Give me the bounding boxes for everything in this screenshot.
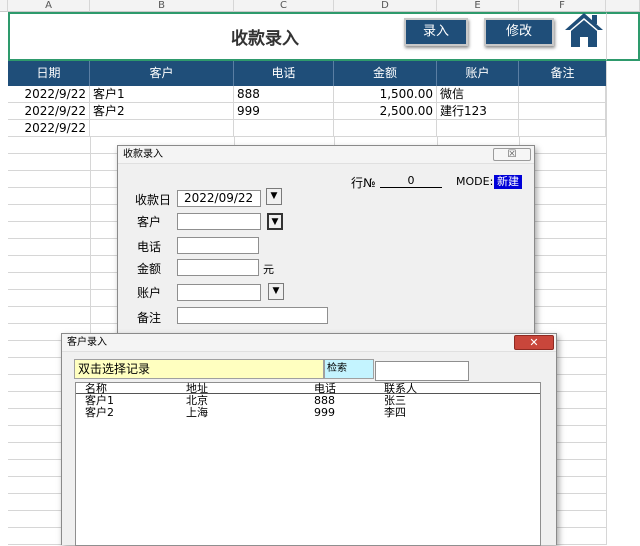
entry-button[interactable]: 录入 <box>404 18 468 46</box>
grid-vline <box>606 61 607 545</box>
table-header-row: 日期 客户 电话 金额 账户 备注 <box>8 61 606 86</box>
phone-field[interactable] <box>177 237 259 254</box>
cell-phone[interactable] <box>234 120 334 137</box>
col-header-e[interactable]: E <box>437 0 519 12</box>
list-header-address: 地址 <box>186 382 208 395</box>
remark-field[interactable] <box>177 307 328 324</box>
customer-field[interactable] <box>177 213 261 230</box>
edit-button[interactable]: 修改 <box>484 18 554 46</box>
table-row[interactable]: 2022/9/22 客户2 999 2,500.00 建行123 <box>8 103 606 120</box>
payment-dialog-close-button[interactable]: ☒ <box>493 148 531 161</box>
row-number-label: 行№ <box>351 176 376 190</box>
account-field[interactable] <box>177 284 261 301</box>
cell-account[interactable]: 建行123 <box>437 103 519 120</box>
customer-listbox[interactable]: 名称 地址 电话 联系人 客户1 北京 888 张三 客户2 上海 999 李四 <box>75 382 541 546</box>
date-dropdown-button[interactable]: ▼ <box>266 188 282 205</box>
header-account: 账户 <box>437 61 519 86</box>
cell-amount[interactable] <box>334 120 437 137</box>
cell-phone[interactable]: 999 <box>234 103 334 120</box>
list-cell-name: 客户1 <box>85 394 114 407</box>
payment-dialog-title: 收款录入 <box>118 146 534 164</box>
row-number-value: 0 <box>380 175 442 188</box>
cell-amount[interactable]: 2,500.00 <box>334 103 437 120</box>
list-cell-contact: 李四 <box>384 406 406 419</box>
col-header-c[interactable]: C <box>234 0 334 12</box>
cell-account[interactable]: 微信 <box>437 86 519 103</box>
customer-entry-dialog: 客户录入 ✕ 双击选择记录 检索 名称 地址 电话 联系人 客户1 北京 888… <box>61 333 557 546</box>
list-cell-contact: 张三 <box>384 394 406 407</box>
cell-date[interactable]: 2022/9/22 <box>8 103 90 120</box>
account-dropdown-button[interactable]: ▼ <box>268 283 284 300</box>
search-input[interactable] <box>375 361 469 381</box>
list-cell-name: 客户2 <box>85 406 114 419</box>
cell-amount[interactable]: 1,500.00 <box>334 86 437 103</box>
cell-phone[interactable]: 888 <box>234 86 334 103</box>
col-header-b[interactable]: B <box>90 0 234 12</box>
col-header-g[interactable] <box>606 0 640 12</box>
phone-label: 电话 <box>137 240 162 254</box>
list-cell-address: 上海 <box>186 406 208 419</box>
list-header-contact: 联系人 <box>384 382 417 395</box>
header-remark: 备注 <box>550 66 575 80</box>
list-item[interactable]: 客户1 北京 888 张三 <box>76 395 540 406</box>
amount-field[interactable] <box>177 259 259 276</box>
cell-date[interactable]: 2022/9/22 <box>8 120 90 137</box>
cell-remark[interactable] <box>519 103 606 120</box>
cell-customer[interactable] <box>90 120 234 137</box>
header-amount: 金额 <box>334 61 437 86</box>
payment-entry-dialog: 收款录入 ☒ 行№ 0 MODE: 新建 收款日 2022/09/22 ▼ 客户… <box>117 145 535 345</box>
remark-label: 备注 <box>137 311 162 325</box>
header-phone: 电话 <box>234 61 334 86</box>
customer-dialog-close-button[interactable]: ✕ <box>514 335 554 350</box>
header-date: 日期 <box>8 61 90 86</box>
list-cell-phone: 999 <box>314 406 335 419</box>
customer-dropdown-button[interactable]: ▼ <box>267 213 283 230</box>
cell-remark[interactable] <box>519 120 606 137</box>
list-item[interactable]: 客户2 上海 999 李四 <box>76 407 540 418</box>
mode-label: MODE: <box>456 175 494 188</box>
amount-unit: 元 <box>263 263 274 276</box>
amount-label: 金额 <box>137 262 162 276</box>
customer-dialog-title: 客户录入 <box>62 334 556 352</box>
header-customer: 客户 <box>90 61 234 86</box>
date-field[interactable]: 2022/09/22 <box>177 190 261 207</box>
cell-remark[interactable] <box>519 86 606 103</box>
table-row[interactable]: 2022/9/22 客户1 888 1,500.00 微信 <box>8 86 606 103</box>
col-header-corner <box>0 0 8 12</box>
date-label: 收款日 <box>135 193 172 207</box>
list-cell-address: 北京 <box>186 394 208 407</box>
cell-account[interactable] <box>437 120 519 137</box>
title-band-right <box>606 12 640 61</box>
account-label: 账户 <box>137 286 162 300</box>
listbox-header: 名称 地址 电话 联系人 <box>76 383 540 394</box>
col-header-a[interactable]: A <box>8 0 90 12</box>
home-icon[interactable] <box>563 10 605 50</box>
list-header-name: 名称 <box>85 382 107 395</box>
cell-date[interactable]: 2022/9/22 <box>8 86 90 103</box>
customer-label: 客户 <box>137 215 162 229</box>
col-header-d[interactable]: D <box>334 0 437 12</box>
page-title: 收款录入 <box>231 29 299 49</box>
mode-badge: 新建 <box>494 175 522 189</box>
hint-label: 双击选择记录 <box>74 359 324 379</box>
table-row[interactable]: 2022/9/22 <box>8 120 606 137</box>
cell-customer[interactable]: 客户1 <box>90 86 234 103</box>
cell-customer[interactable]: 客户2 <box>90 103 234 120</box>
list-header-phone: 电话 <box>314 382 336 395</box>
search-label: 检索 <box>324 359 374 379</box>
list-cell-phone: 888 <box>314 394 335 407</box>
